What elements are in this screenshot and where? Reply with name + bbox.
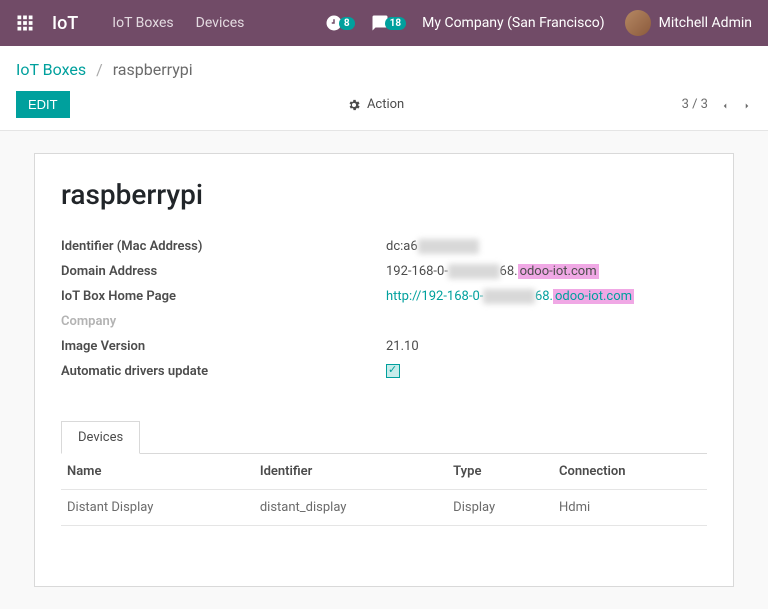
label-homepage: IoT Box Home Page	[61, 289, 386, 304]
activity-badge: 8	[339, 17, 355, 30]
value-identifier: dc:a6xx:xx:xx:xx	[386, 239, 479, 254]
col-identifier[interactable]: Identifier	[254, 454, 447, 490]
activity-icon[interactable]: 8	[325, 14, 355, 32]
cell-type: Display	[447, 490, 553, 526]
brand[interactable]: IoT	[52, 13, 78, 34]
value-domain: 192-168-0-xxxxxxxx68.odoo-iot.com	[386, 264, 599, 279]
devices-table: Name Identifier Type Connection Distant …	[61, 454, 707, 526]
control-bar: IoT Boxes / raspberrypi EDIT Action 3 / …	[0, 46, 768, 131]
messaging-icon[interactable]: 18	[371, 14, 406, 32]
apps-icon[interactable]	[16, 14, 34, 32]
tabs: Devices	[61, 420, 707, 454]
homepage-link[interactable]: http://192-168-0-xxxxxxxx68.odoo-iot.com	[386, 289, 634, 304]
label-auto-update: Automatic drivers update	[61, 364, 386, 382]
breadcrumb: IoT Boxes / raspberrypi	[16, 60, 752, 79]
cell-name: Distant Display	[61, 490, 254, 526]
value-image-version: 21.10	[386, 339, 419, 354]
tab-devices[interactable]: Devices	[61, 421, 140, 454]
record-title: raspberrypi	[61, 178, 707, 211]
label-image-version: Image Version	[61, 339, 386, 354]
company-selector[interactable]: My Company (San Francisco)	[422, 15, 604, 31]
nav-link-iot-boxes[interactable]: IoT Boxes	[112, 15, 173, 31]
gear-icon	[347, 98, 361, 112]
edit-button[interactable]: EDIT	[16, 91, 70, 118]
nav-link-devices[interactable]: Devices	[196, 15, 245, 31]
table-row[interactable]: Distant Display distant_display Display …	[61, 490, 707, 526]
cell-identifier: distant_display	[254, 490, 447, 526]
action-label: Action	[367, 97, 404, 112]
col-type[interactable]: Type	[447, 454, 553, 490]
form-sheet: raspberrypi Identifier (Mac Address) dc:…	[34, 153, 734, 587]
action-menu[interactable]: Action	[347, 97, 404, 112]
value-auto-update	[386, 364, 400, 382]
value-homepage: http://192-168-0-xxxxxxxx68.odoo-iot.com	[386, 289, 634, 304]
breadcrumb-sep: /	[96, 60, 103, 79]
pager-prev[interactable]	[720, 100, 730, 110]
navbar: IoT IoT Boxes Devices 8 18 My Company (S…	[0, 0, 768, 46]
label-identifier: Identifier (Mac Address)	[61, 239, 386, 254]
breadcrumb-root[interactable]: IoT Boxes	[16, 60, 86, 79]
cell-connection: Hdmi	[553, 490, 707, 526]
avatar[interactable]	[625, 10, 651, 36]
auto-update-checkbox[interactable]	[386, 364, 400, 378]
label-company: Company	[61, 314, 386, 329]
pager-next[interactable]	[742, 100, 752, 110]
col-name[interactable]: Name	[61, 454, 254, 490]
pager: 3 / 3	[682, 97, 752, 112]
col-connection[interactable]: Connection	[553, 454, 707, 490]
breadcrumb-current: raspberrypi	[113, 60, 193, 79]
label-domain: Domain Address	[61, 264, 386, 279]
user-menu[interactable]: Mitchell Admin	[659, 15, 752, 31]
messaging-badge: 18	[385, 17, 406, 30]
pager-text: 3 / 3	[682, 97, 708, 112]
